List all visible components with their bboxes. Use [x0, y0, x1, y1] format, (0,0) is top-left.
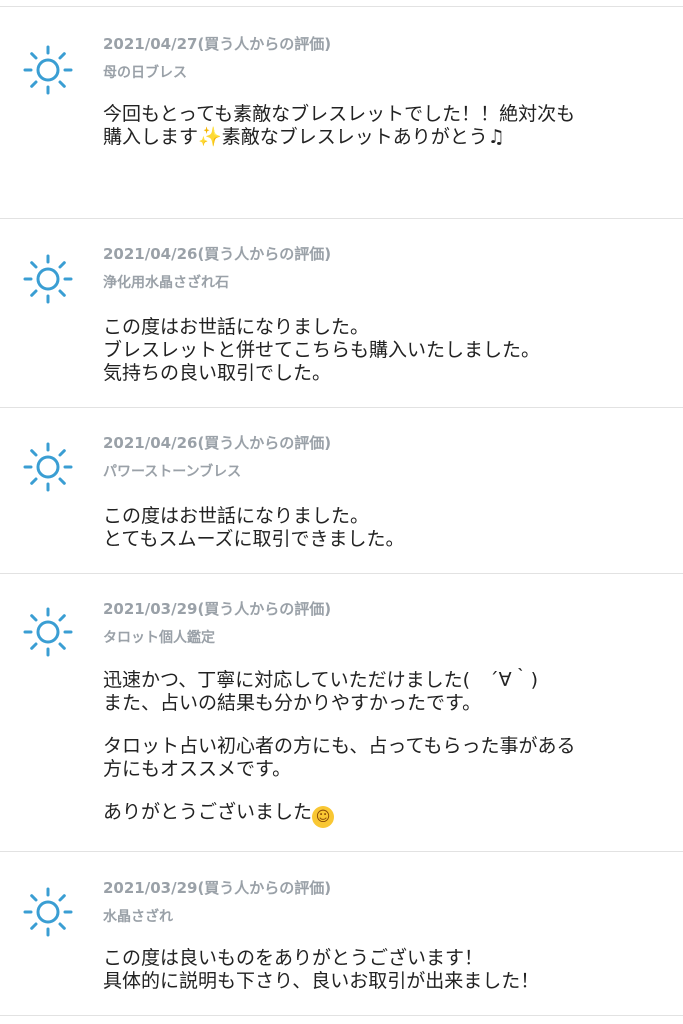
- review-date: 2021/04/27(買う人からの評価): [103, 35, 332, 53]
- review-comment: この度はお世話になりました。 ブレスレットと併せてこちらも購入いたしました。 気…: [103, 316, 541, 384]
- review-date: 2021/04/26(買う人からの評価): [103, 245, 332, 263]
- review-card: 2021/03/29(買う人からの評価) 水晶さざれ この度は良いものをありがと…: [0, 851, 683, 1015]
- review-comment: この度はお世話になりました。 とてもスムーズに取引できました。: [103, 505, 405, 550]
- review-date: 2021/03/29(買う人からの評価): [103, 879, 332, 897]
- smiling-face-emoji: ☺: [312, 806, 335, 828]
- sun-icon: [22, 441, 74, 493]
- review-comment: 今回もとっても素敵なブレスレットでした！！絶対次も 購入します✨素敵なブレスレッ…: [103, 103, 576, 148]
- music-note-emoji: ♫: [487, 126, 505, 148]
- review-list: 2021/04/27(買う人からの評価) 母の日ブレス 今回もとっても素敵なブレ…: [0, 0, 683, 1024]
- review-comment: この度は良いものをありがとうございます！ 具体的に説明も下さり、良いお取引が出来…: [103, 947, 540, 992]
- sun-icon: [22, 606, 74, 658]
- review-card: 2021/04/26(買う人からの評価) 浄化用水晶さざれ石 この度はお世話にな…: [0, 218, 683, 407]
- item-name[interactable]: パワーストーンブレス: [103, 463, 673, 481]
- item-name[interactable]: 浄化用水晶さざれ石: [103, 274, 673, 292]
- sun-icon: [22, 44, 74, 96]
- review-date: 2021/03/29(買う人からの評価): [103, 600, 332, 618]
- review-date: 2021/04/26(買う人からの評価): [103, 434, 332, 452]
- review-card: 2021/04/27(買う人からの評価) 母の日ブレス 今回もとっても素敵なブレ…: [0, 6, 683, 218]
- sparkles-emoji: ✨: [198, 126, 222, 148]
- review-card: 2021/04/26(買う人からの評価) パワーストーンブレス この度はお世話に…: [0, 407, 683, 573]
- review-comment: 迅速かつ、丁寧に対応していただけました( ´∀｀) また、占いの結果も分かりやす…: [103, 669, 675, 828]
- item-name[interactable]: 水晶さざれ: [103, 908, 673, 926]
- sun-icon: [22, 886, 74, 938]
- item-name[interactable]: 母の日ブレス: [103, 64, 673, 82]
- sun-icon: [22, 253, 74, 305]
- review-card: 2021/03/29(買う人からの評価) タロット個人鑑定 迅速かつ、丁寧に対応…: [0, 573, 683, 851]
- item-name[interactable]: タロット個人鑑定: [103, 629, 673, 647]
- divider: [0, 1015, 683, 1016]
